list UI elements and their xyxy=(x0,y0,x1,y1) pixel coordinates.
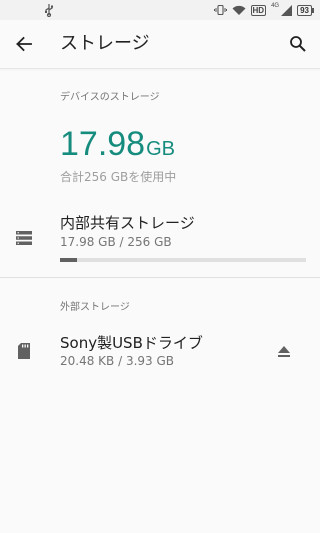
vibrate-icon xyxy=(213,4,227,16)
search-icon xyxy=(290,36,306,52)
section-divider xyxy=(0,277,320,278)
total-used-value: 17.98 xyxy=(60,125,146,163)
total-capacity-caption: 合計256 GBを使用中 xyxy=(60,170,177,184)
internal-storage-title: 内部共有ストレージ xyxy=(60,214,195,232)
back-button[interactable] xyxy=(10,30,38,58)
sd-card-icon xyxy=(18,343,30,359)
device-storage-header: デバイスのストレージ xyxy=(60,92,160,103)
usb-icon xyxy=(45,4,53,17)
internal-storage-progress-fill xyxy=(60,258,78,262)
internal-storage-progress xyxy=(60,258,306,262)
signal-icon xyxy=(281,4,293,16)
network-type: 4G xyxy=(271,3,280,9)
wifi-icon xyxy=(232,5,246,15)
eject-icon[interactable] xyxy=(276,343,292,359)
total-used-unit: GB xyxy=(146,138,175,160)
battery-icon: 93 xyxy=(297,4,314,16)
arrow-back-icon xyxy=(16,36,32,52)
total-used: 17.98 GB xyxy=(60,124,175,164)
search-button[interactable] xyxy=(284,30,312,58)
battery-tip xyxy=(312,7,314,13)
page-title: ストレージ xyxy=(60,33,150,54)
status-bar: HD 4G 93 xyxy=(0,0,320,20)
external-storage-title: Sony製USBドライブ xyxy=(60,334,203,352)
external-storage-header: 外部ストレージ xyxy=(60,302,130,313)
app-bar: ストレージ xyxy=(0,20,320,69)
external-storage-usage: 20.48 KB / 3.93 GB xyxy=(60,354,175,368)
external-storage-row[interactable]: Sony製USBドライブ 20.48 KB / 3.93 GB xyxy=(0,324,320,380)
hd-badge: HD xyxy=(250,4,267,16)
internal-storage-usage: 17.98 GB / 256 GB xyxy=(60,235,172,249)
status-icons: HD 4G 93 xyxy=(213,2,314,18)
storage-icon xyxy=(16,231,32,245)
battery-level: 93 xyxy=(297,4,312,16)
internal-storage-row[interactable]: 内部共有ストレージ 17.98 GB / 256 GB xyxy=(0,200,320,270)
